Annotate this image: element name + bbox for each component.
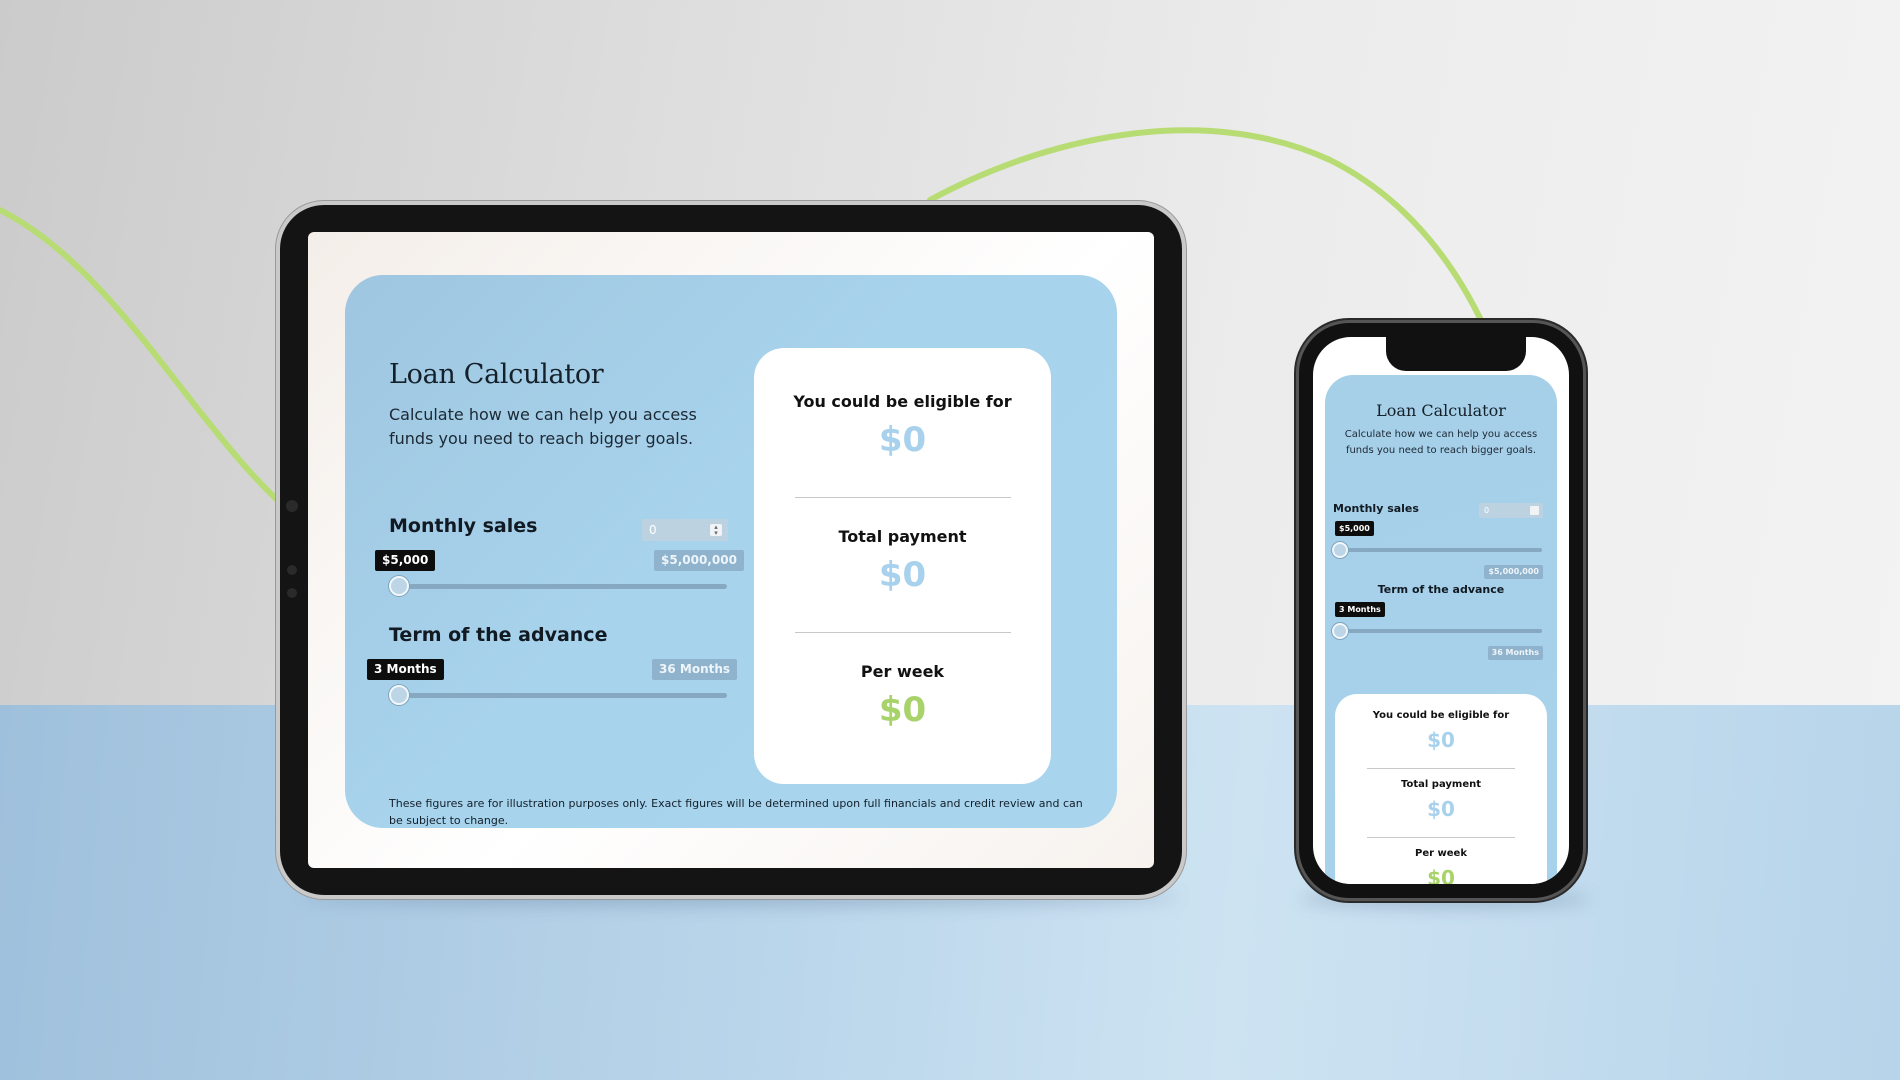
phone-notch	[1386, 337, 1526, 371]
monthly-sales-slider-track[interactable]	[389, 584, 727, 589]
tablet-screen: Loan Calculator Calculate how we can hel…	[308, 232, 1154, 868]
phone-total-payment-value: $0	[1427, 797, 1455, 821]
term-slider-thumb[interactable]	[389, 685, 409, 705]
tablet-sensor-dot	[287, 565, 297, 575]
phone-screen: Loan Calculator Calculate how we can hel…	[1313, 337, 1569, 884]
phone-eligible-label: You could be eligible for	[1372, 710, 1510, 721]
monthly-sales-input[interactable]: 0 ▴ ▾	[642, 519, 728, 541]
phone-total-payment-label: Total payment	[1400, 779, 1482, 790]
page-title: Loan Calculator	[389, 359, 604, 390]
phone-per-week-value: $0	[1427, 866, 1455, 884]
calculator-card: Loan Calculator Calculate how we can hel…	[345, 275, 1117, 828]
phone-term-slider-thumb[interactable]	[1332, 623, 1348, 639]
phone-monthly-sales-slider-thumb[interactable]	[1332, 542, 1348, 558]
phone-monthly-sales-input[interactable]: 0	[1479, 503, 1543, 518]
page-subtitle: Calculate how we can help you access fun…	[389, 405, 697, 448]
results-divider	[795, 497, 1011, 498]
phone-calculator-card: Loan Calculator Calculate how we can hel…	[1325, 375, 1557, 884]
phone-results-divider	[1367, 837, 1515, 838]
per-week-label: Per week	[860, 662, 945, 681]
stepper-arrows-icon[interactable]: ▴ ▾	[710, 524, 722, 537]
total-payment-value: $0	[878, 555, 927, 595]
monthly-sales-label: Monthly sales	[389, 515, 538, 537]
phone-device: Loan Calculator Calculate how we can hel…	[1299, 323, 1583, 898]
tablet-device: Loan Calculator Calculate how we can hel…	[280, 205, 1182, 895]
tablet-sensor-dot	[287, 588, 297, 598]
phone-term-max-tag: 36 Months	[1487, 646, 1543, 660]
phone-eligible-value: $0	[1427, 728, 1455, 752]
phone-per-week-label: Per week	[1415, 848, 1467, 859]
phone-monthly-sales-max-tag: $5,000,000	[1484, 565, 1543, 579]
phone-results-divider	[1367, 768, 1515, 769]
term-slider-track[interactable]	[389, 693, 727, 698]
results-panel: You could be eligible for $0 Total payme…	[754, 348, 1051, 784]
phone-monthly-sales-input-value: 0	[1484, 506, 1490, 515]
term-label: Term of the advance	[389, 624, 608, 646]
phone-term-min-tag: 3 Months	[1335, 602, 1385, 617]
monthly-sales-min-tag: $5,000	[375, 550, 436, 571]
monthly-sales-max-tag: $5,000,000	[654, 550, 744, 571]
phone-results-panel: You could be eligible for $0 Total payme…	[1335, 694, 1547, 884]
term-max-tag: 36 Months	[652, 659, 738, 680]
monthly-sales-input-value: 0	[649, 523, 657, 537]
disclaimer-text: These figures are for illustration purpo…	[389, 797, 1083, 827]
eligible-label: You could be eligible for	[793, 392, 1012, 411]
results-divider	[795, 632, 1011, 633]
monthly-sales-slider-thumb[interactable]	[389, 576, 409, 596]
phone-monthly-sales-label: Monthly sales	[1333, 502, 1419, 515]
term-min-tag: 3 Months	[367, 659, 444, 680]
phone-page-subtitle: Calculate how we can help you access fun…	[1344, 429, 1538, 456]
phone-page-title: Loan Calculator	[1376, 401, 1506, 420]
tablet-camera-dot	[286, 500, 298, 512]
phone-term-slider-track[interactable]	[1339, 629, 1542, 633]
phone-term-label: Term of the advance	[1377, 583, 1505, 596]
eligible-value: $0	[878, 420, 927, 460]
per-week-value: $0	[878, 690, 927, 730]
total-payment-label: Total payment	[838, 527, 967, 546]
stepper-arrows-icon[interactable]	[1530, 506, 1539, 515]
phone-monthly-sales-slider-track[interactable]	[1339, 548, 1542, 552]
phone-monthly-sales-min-tag: $5,000	[1335, 521, 1374, 536]
